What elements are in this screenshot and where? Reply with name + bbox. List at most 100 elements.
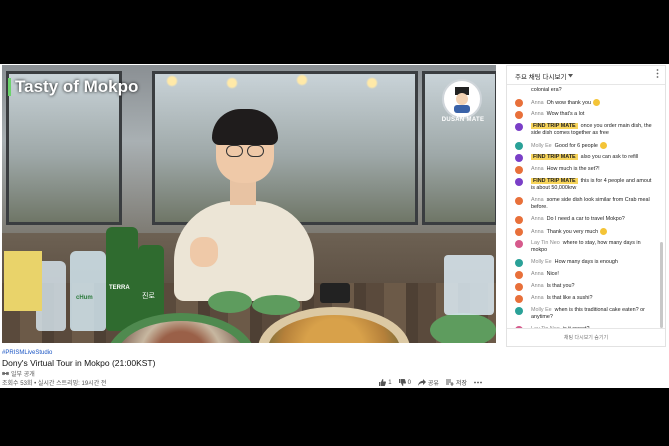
user-avatar[interactable] [515,99,523,107]
user-avatar[interactable] [515,271,523,279]
author-name[interactable]: Anna [531,295,544,301]
chat-message-body: Anna Is that you? [531,283,655,290]
side-dish [252,295,300,315]
chat-message-body: Lay Tin Neo where to stay, how many days … [531,240,655,254]
user-avatar[interactable] [515,295,523,303]
bottle-label: TERRA [109,285,130,291]
message-text: Oh wow thank you [546,99,591,106]
chat-message: Anna How much is the set?! [515,166,655,174]
message-text: also you can ask to refill [580,154,639,160]
message-text: Thank you very much [546,228,599,235]
video-title: Dony's Virtual Tour in Mokpo (21:00KST) [2,358,156,368]
message-text: colonial era? [531,87,562,93]
chat-mode-dropdown[interactable]: 주요 채팅 다시보기 [515,71,574,81]
video-overlay-title: Tasty of Mokpo [8,77,138,97]
user-avatar[interactable] [515,154,523,162]
chat-message-body: Anna Thank you very much [531,228,655,236]
more-horizontal-icon [474,381,482,384]
author-badge[interactable]: FIND TRIP MATE [531,154,578,160]
message-text: some side dish look similar from Crab me… [531,197,650,210]
save-label: 저장 [455,381,467,387]
message-text: Nice! [546,271,559,277]
chat-message-body: Anna Oh wow thank you [531,99,655,107]
author-name[interactable]: Anna [531,197,544,203]
author-name[interactable]: Anna [531,100,544,106]
message-text: Good for 6 people [554,142,598,149]
privacy-status: 일부 공개 [2,369,35,378]
user-avatar[interactable] [515,259,523,267]
dislike-count: 0 [407,379,411,386]
user-avatar[interactable] [515,178,523,186]
chat-message-list[interactable]: colonial era? Anna Oh wow thank you Anna Wow… [507,84,657,328]
author-name[interactable]: Anna [531,111,544,117]
save-button[interactable]: 저장 [445,378,467,387]
author-badge[interactable]: FIND TRIP MATE [531,178,578,184]
user-avatar[interactable] [515,216,523,224]
author-badge[interactable]: FIND TRIP MATE [531,123,578,129]
chat-message: Anna some side dish look similar from Cra… [515,197,655,211]
person-hand [190,237,218,267]
chat-message: Anna Thank you very much [515,228,655,236]
chat-message-body: FIND TRIP MATE also you can ask to refill [531,154,655,161]
hide-chat-replay-button[interactable]: 채팅 다시보기 숨기기 [507,328,665,347]
title-accent-bar [8,78,11,96]
user-avatar[interactable] [515,123,523,131]
share-label: 공유 [427,381,439,387]
side-dish [208,291,252,313]
bottle-label: cHum [76,295,93,301]
chat-message-body: Anna Nice! [531,271,655,278]
author-name[interactable]: Molly Ee [531,143,552,149]
chat-message: colonial era? [515,87,655,94]
chat-message: Molly Ee Good for 6 people [515,142,655,150]
dislike-button[interactable]: 0 [398,379,411,386]
chat-message-body: FIND TRIP MATE once you order main dish, … [531,123,655,137]
author-name[interactable]: Anna [531,166,544,172]
more-actions-button[interactable] [474,381,482,384]
author-name[interactable]: Anna [531,229,544,235]
hashtag-link[interactable]: #PRISMLiveStudio [2,350,52,356]
author-name[interactable]: Molly Ee [531,307,552,313]
chat-message-body: Anna How much is the set?! [531,166,655,173]
chat-message: Anna Oh wow thank you [515,99,655,107]
user-avatar[interactable] [515,283,523,291]
video-player[interactable]: cHum TERRA 진로 Tasty of Mokpo DUSAN MATE [2,65,496,343]
user-avatar[interactable] [515,197,523,205]
author-name[interactable]: Anna [531,283,544,289]
chevron-down-icon [568,74,574,78]
glasses [226,145,266,157]
message-text: How much is the set?! [546,166,600,172]
side-dish [430,313,496,343]
share-button[interactable]: 공유 [417,378,439,387]
playlist-add-icon [445,379,454,386]
logo-text: DUSAN MATE [441,117,485,123]
author-name[interactable]: Anna [531,216,544,222]
user-avatar[interactable] [515,240,523,248]
smile-emoji-icon [599,142,607,149]
chat-message: Anna Wow that's a lot [515,111,655,119]
chat-message: Anna Is that you? [515,283,655,291]
user-avatar[interactable] [515,111,523,119]
chat-message: FIND TRIP MATE once you order main dish, … [515,123,655,137]
chat-message: Anna Do I need a car to travel Mokpo? [515,216,655,224]
chat-message-body: FIND TRIP MATE this is for 4 people and a… [531,178,655,192]
chat-message-body: Anna Do I need a car to travel Mokpo? [531,216,655,223]
chat-message: Molly Ee when is this traditional cake ea… [515,307,655,321]
chat-message: Anna Nice! [515,271,655,279]
chat-menu-button[interactable] [656,69,659,80]
chat-message-body: Anna Is that like a sushi? [531,295,655,302]
message-text: How many days is enough [554,259,618,265]
water-bottle: cHum [70,251,106,331]
live-chat-replay: 주요 채팅 다시보기 colonial era? Anna Oh wow thank… [506,65,666,347]
user-avatar[interactable] [515,228,523,236]
user-avatar[interactable] [515,166,523,174]
author-name[interactable]: Molly Ee [531,259,552,265]
like-button[interactable]: 1 [379,379,392,386]
author-name[interactable]: Anna [531,271,544,277]
chat-message: Molly Ee How many days is enough [515,259,655,267]
author-name[interactable]: Lay Tin Neo [531,240,560,246]
chat-message-body: Molly Ee Good for 6 people [531,142,655,150]
user-avatar[interactable] [515,142,523,150]
chat-scrollbar[interactable] [660,242,663,328]
user-avatar[interactable] [515,307,523,315]
smile-emoji-icon [592,99,600,106]
